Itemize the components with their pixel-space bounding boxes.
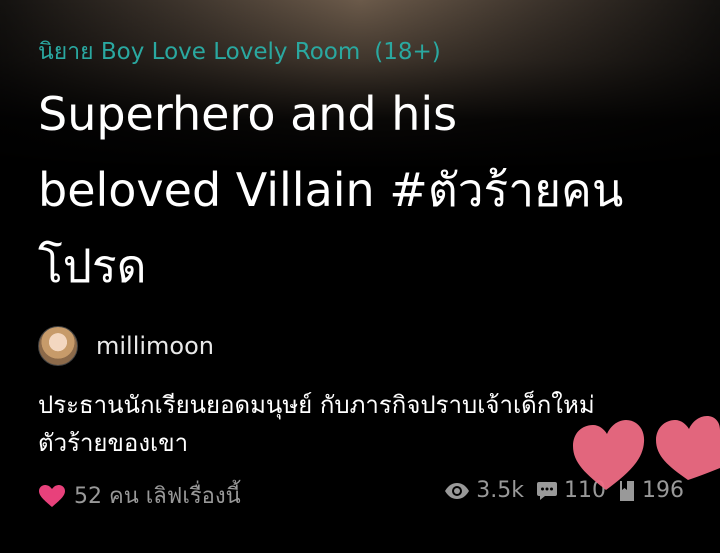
story-title: Superhero and his beloved Villain #ตัวร้… (38, 76, 688, 304)
heart-icon[interactable] (38, 484, 66, 508)
likes-text: 52 คน เลิฟเรื่องนี้ (74, 484, 241, 509)
like-count[interactable]: 52 คน เลิฟเรื่องนี้ (38, 478, 241, 513)
comment-icon (537, 481, 557, 500)
title-line: beloved Villain #ตัวร้ายคน (38, 163, 624, 217)
title-line: Superhero and his (38, 87, 458, 141)
synopsis-line: ตัวร้ายของเขา (38, 429, 189, 457)
author-name[interactable]: millimoon (96, 332, 214, 360)
synopsis-line: ประธานนักเรียนยอดมนุษย์ กับภารกิจปราบเจ้… (38, 391, 595, 419)
eye-icon (445, 482, 470, 499)
age-rating: (18+) (374, 39, 441, 65)
category-label[interactable]: นิยาย Boy Love Lovely Room (18+) (38, 34, 441, 70)
category-name[interactable]: นิยาย Boy Love Lovely Room (38, 39, 360, 65)
view-count-value: 3.5k (476, 478, 524, 503)
decorative-hearts (573, 416, 720, 490)
author-avatar[interactable] (38, 326, 78, 366)
author-row[interactable]: millimoon (38, 326, 214, 366)
title-line: โปรด (38, 239, 147, 293)
view-count: 3.5k (444, 478, 524, 503)
